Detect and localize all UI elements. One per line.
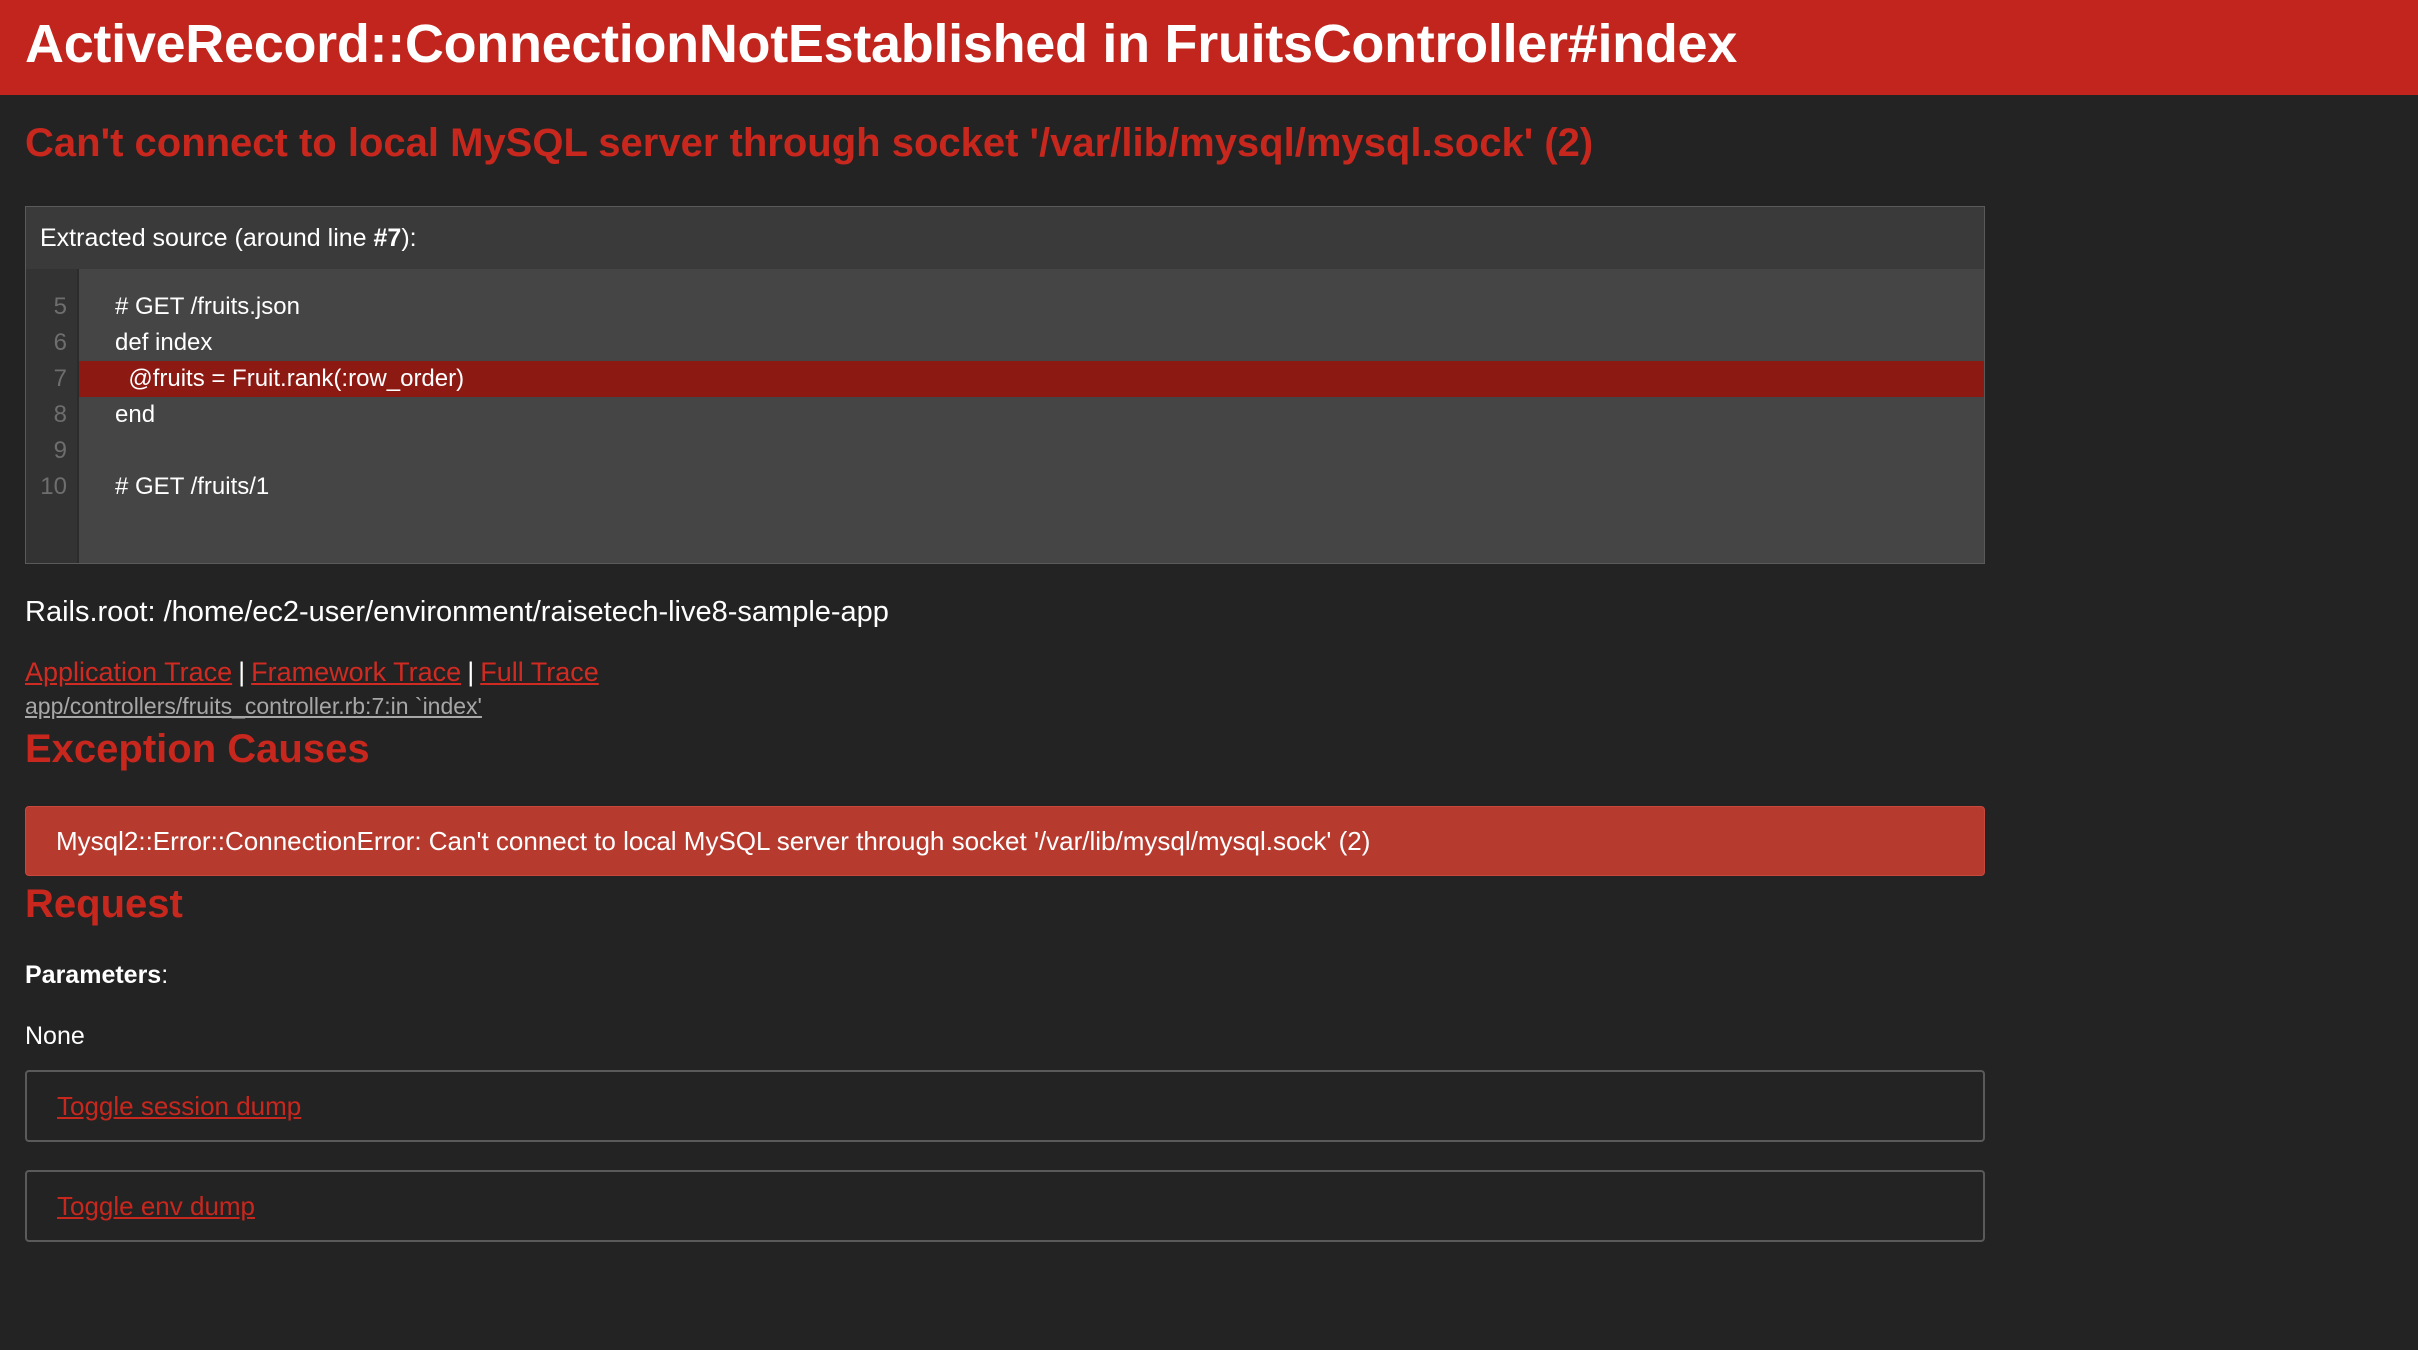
exception-causes-heading: Exception Causes <box>25 727 370 771</box>
rails-root-path: Rails.root: /home/ec2-user/environment/r… <box>25 596 889 628</box>
line-number: 7 <box>53 365 67 392</box>
line-number: 10 <box>40 473 67 500</box>
toggle-session-dump-link[interactable]: Toggle session dump <box>57 1091 301 1121</box>
extracted-source-line-ref: #7 <box>373 224 402 252</box>
line-number: 5 <box>53 293 67 320</box>
code-line-highlighted: @fruits = Fruit.rank(:row_order) <box>79 361 1984 397</box>
toggle-env-dump-link[interactable]: Toggle env dump <box>57 1191 255 1221</box>
parameters-label-colon: : <box>161 961 169 989</box>
line-number: 8 <box>53 401 67 428</box>
extracted-source-title-prefix: Extracted source (around line <box>40 224 374 252</box>
request-heading: Request <box>25 882 183 926</box>
session-dump-panel: Toggle session dump <box>25 1070 1985 1142</box>
exception-cause-item[interactable]: Mysql2::Error::ConnectionError: Can't co… <box>25 806 1985 876</box>
env-dump-panel: Toggle env dump <box>25 1170 1985 1242</box>
line-number: 6 <box>53 329 67 356</box>
code-line: # GET /fruits/1 <box>115 473 270 500</box>
parameters-label: Parameters: <box>25 958 2393 992</box>
trace-separator: | <box>467 657 475 687</box>
source-code-body: 5 6 7 8 9 10 # GET /fruits.json def inde… <box>26 269 1984 563</box>
code-line: def index <box>115 329 213 356</box>
extracted-source-title: Extracted source (around line #7): <box>26 207 1984 269</box>
trace-frame-link[interactable]: app/controllers/fruits_controller.rb:7:i… <box>25 693 482 719</box>
code-line: # GET /fruits.json <box>115 293 300 320</box>
source-code-lines: # GET /fruits.json def index @fruits = F… <box>79 269 1984 563</box>
line-number-gutter: 5 6 7 8 9 10 <box>26 269 79 563</box>
main-content: Can't connect to local MySQL server thro… <box>0 113 2418 1242</box>
trace-type-links: Application Trace | Framework Trace | Full T… <box>25 654 2393 690</box>
line-number: 9 <box>53 437 67 464</box>
parameters-value: None <box>25 1022 85 1050</box>
page-title: ActiveRecord::ConnectionNotEstablished i… <box>25 14 1737 74</box>
code-line: end <box>115 401 156 428</box>
application-trace-link[interactable]: Application Trace <box>25 657 232 687</box>
error-header: ActiveRecord::ConnectionNotEstablished i… <box>0 0 2418 95</box>
trace-separator: | <box>238 657 246 687</box>
error-message: Can't connect to local MySQL server thro… <box>25 121 1594 165</box>
extracted-source-title-suffix: ): <box>401 224 417 252</box>
full-trace-link[interactable]: Full Trace <box>480 657 599 687</box>
framework-trace-link[interactable]: Framework Trace <box>251 657 461 687</box>
parameters-label-text: Parameters <box>25 961 162 989</box>
trace-frame-list: app/controllers/fruits_controller.rb:7:i… <box>25 691 2393 721</box>
extracted-source-panel: Extracted source (around line #7): 5 6 7… <box>25 206 1985 564</box>
